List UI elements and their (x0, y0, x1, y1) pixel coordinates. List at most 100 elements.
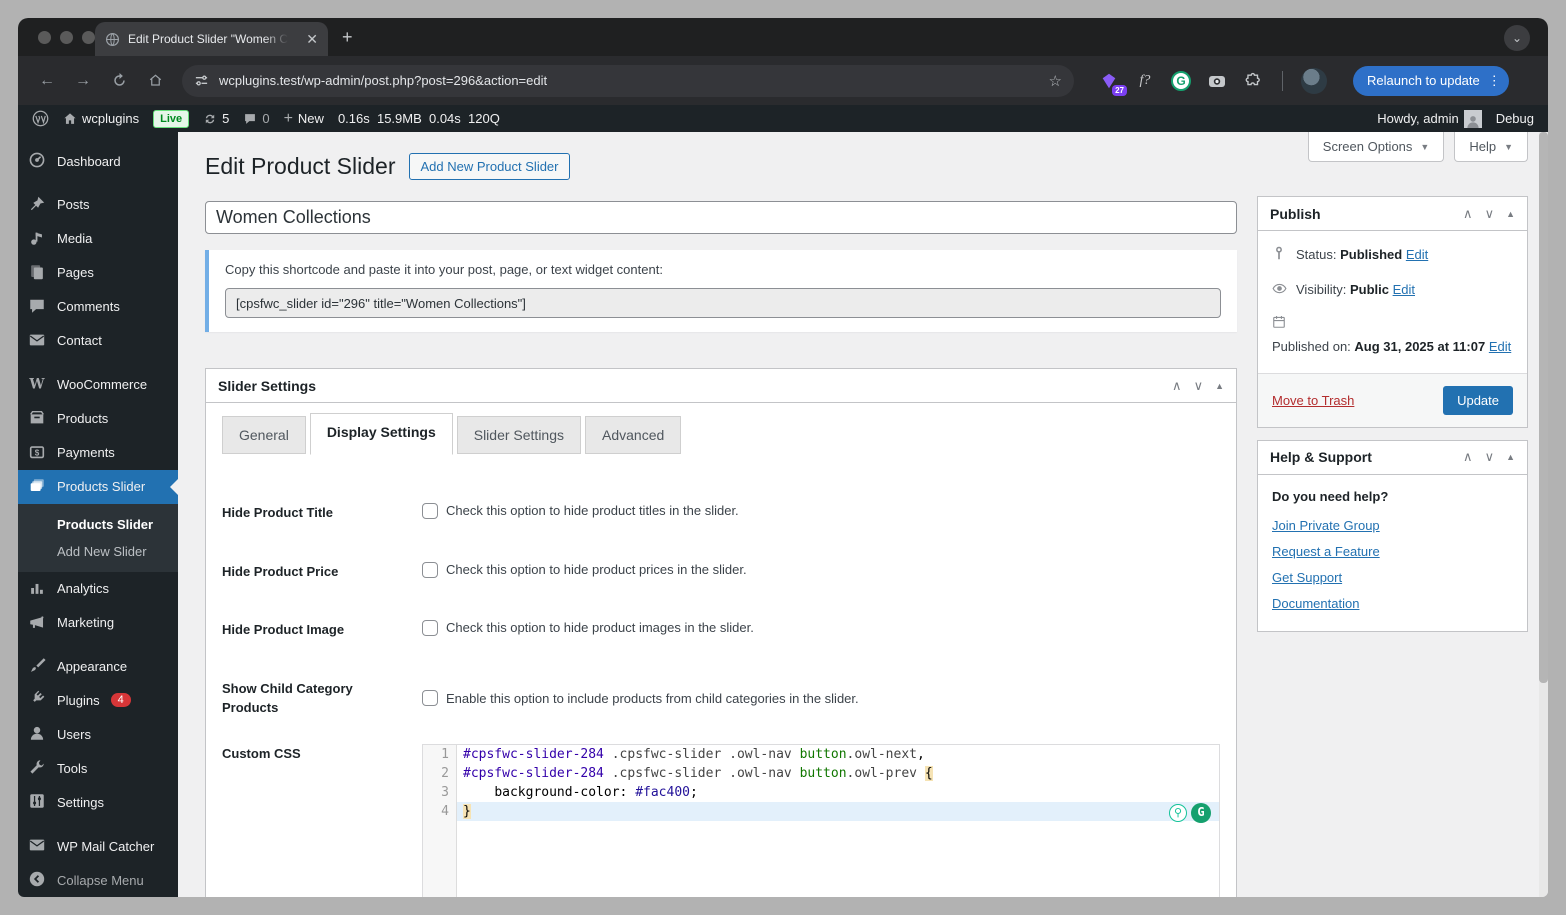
checkbox-show-child-category-products[interactable] (422, 690, 438, 706)
tab-close-icon[interactable]: ✕ (306, 31, 318, 48)
window-controls[interactable] (38, 31, 95, 44)
my-account-menu[interactable]: Howdy, admin (1377, 109, 1482, 128)
new-content-menu[interactable]: + New (284, 110, 324, 128)
sidebar-item-contact[interactable]: Contact (18, 324, 178, 358)
caret-down-icon: ▼ (1420, 141, 1430, 152)
move-up-icon[interactable]: ∧ (1463, 206, 1473, 222)
add-new-product-slider-button[interactable]: Add New Product Slider (409, 152, 570, 180)
sidebar-item-plugins[interactable]: Plugins 4 (18, 683, 178, 717)
status-value: Published (1340, 247, 1403, 262)
sidebar-item-tools[interactable]: Tools (18, 751, 178, 785)
move-up-icon[interactable]: ∧ (1463, 449, 1473, 465)
relaunch-to-update-button[interactable]: Relaunch to update ⋮ (1353, 65, 1509, 96)
custom-css-editor[interactable]: 1 #cpsfwc-slider-284 .cpsfwc-slider .owl-… (422, 743, 1220, 897)
zoom-window-button[interactable] (82, 31, 95, 44)
help-button[interactable]: Help ▼ (1454, 132, 1528, 162)
sidebar-item-dashboard[interactable]: Dashboard (18, 144, 178, 178)
code-empty-area[interactable] (423, 820, 1219, 897)
update-button[interactable]: Update (1443, 385, 1513, 415)
sidebar-item-analytics[interactable]: Analytics (18, 572, 178, 606)
tab-display-settings[interactable]: Display Settings (309, 413, 453, 455)
grammarly-extension-icon[interactable]: G (1170, 70, 1192, 92)
sidebar-item-marketing[interactable]: Marketing (18, 606, 178, 640)
sidebar-item-media[interactable]: Media (18, 222, 178, 256)
sidebar-item-pages[interactable]: Pages (18, 256, 178, 290)
sidebar-item-collapse-menu[interactable]: Collapse Menu (18, 863, 178, 897)
site-info-icon[interactable] (194, 73, 209, 88)
camera-extension-icon[interactable] (1206, 70, 1228, 92)
fonts-extension-icon[interactable]: f? (1134, 70, 1156, 92)
address-bar[interactable]: wcplugins.test/wp-admin/post.php?post=29… (182, 64, 1074, 97)
close-window-button[interactable] (38, 31, 51, 44)
plugins-update-badge: 4 (110, 693, 131, 708)
screen: { "browser": { "tab_title": "Edit Produc… (0, 0, 1566, 915)
sidebar-item-posts[interactable]: Posts (18, 188, 178, 222)
help-link-get-support[interactable]: Get Support (1272, 570, 1513, 585)
bookmark-star-icon[interactable]: ☆ (1049, 72, 1062, 90)
url-text[interactable]: wcplugins.test/wp-admin/post.php?post=29… (219, 73, 1039, 88)
toggle-panel-icon[interactable]: ▲ (1506, 452, 1515, 462)
eye-icon (1272, 280, 1288, 300)
edit-published-date-link[interactable]: Edit (1489, 339, 1511, 354)
wp-logo-icon[interactable] (32, 110, 49, 127)
new-tab-button[interactable]: + (342, 27, 353, 48)
help-link-join-private-group[interactable]: Join Private Group (1272, 518, 1513, 533)
menu-dots-icon[interactable]: ⋮ (1488, 73, 1501, 89)
move-up-icon[interactable]: ∧ (1172, 378, 1182, 394)
sidebar-item-wp-mail-catcher[interactable]: WP Mail Catcher (18, 829, 178, 863)
sidebar-subitem-add-new-slider[interactable]: Add New Slider (18, 538, 178, 565)
comments-menu[interactable]: 0 (243, 111, 270, 126)
move-down-icon[interactable]: ∨ (1485, 449, 1495, 465)
updates-menu[interactable]: 5 (203, 111, 229, 126)
home-button[interactable] (140, 66, 170, 96)
sidebar-subitem-products-slider[interactable]: Products Slider (18, 511, 178, 538)
visibility-value: Public (1349, 281, 1389, 297)
checkbox-hide-product-title[interactable] (422, 503, 438, 519)
sidebar-item-products[interactable]: Products (18, 402, 178, 436)
post-title-input[interactable] (205, 201, 1237, 234)
published-on-row: Published on: Aug 31, 2025 at 11:07 Edit (1272, 314, 1513, 357)
sidebar-item-settings[interactable]: Settings (18, 785, 178, 819)
move-to-trash-link[interactable]: Move to Trash (1272, 393, 1354, 408)
profile-avatar[interactable] (1301, 67, 1327, 94)
sidebar-item-appearance[interactable]: Appearance (18, 649, 178, 683)
extension-icon[interactable]: 27 (1098, 70, 1127, 96)
tab-slider-settings[interactable]: Slider Settings (456, 416, 582, 454)
debug-menu[interactable]: Debug (1496, 111, 1534, 126)
tab-overflow-button[interactable]: ⌄ (1504, 25, 1530, 51)
extensions-puzzle-icon[interactable] (1242, 70, 1264, 92)
sidebar-item-comments[interactable]: Comments (18, 290, 178, 324)
move-down-icon[interactable]: ∨ (1194, 378, 1204, 394)
site-menu[interactable]: wcplugins (63, 111, 139, 126)
back-button[interactable]: ← (32, 66, 62, 96)
screen-options-button[interactable]: Screen Options ▼ (1307, 132, 1445, 162)
help-link-request-a-feature[interactable]: Request a Feature (1272, 544, 1513, 559)
lightbulb-icon[interactable]: ⚲ (1169, 803, 1187, 822)
move-down-icon[interactable]: ∨ (1485, 206, 1495, 222)
live-badge[interactable]: Live (153, 109, 190, 128)
analytics-icon (28, 579, 48, 599)
help-link-documentation[interactable]: Documentation (1272, 596, 1513, 611)
tab-advanced[interactable]: Advanced (585, 416, 682, 454)
sidebar-item-woocommerce[interactable]: W WooCommerce (18, 368, 178, 402)
minimize-window-button[interactable] (60, 31, 73, 44)
tab-general[interactable]: General (222, 416, 306, 454)
forward-button[interactable]: → (68, 66, 98, 96)
checkbox-hide-product-image[interactable] (422, 620, 438, 636)
page-scrollbar[interactable] (1539, 132, 1548, 897)
reload-button[interactable] (104, 66, 134, 96)
side-column: Publish ∧ ∨ ▲ Status: Published Edit Vis… (1257, 146, 1528, 897)
shortcode-input[interactable] (225, 288, 1221, 318)
sidebar-item-payments[interactable]: $ Payments (18, 436, 178, 470)
checkbox-hide-product-price[interactable] (422, 561, 438, 578)
browser-tab[interactable]: Edit Product Slider "Women C ✕ (95, 22, 328, 56)
sidebar-item-users[interactable]: Users (18, 717, 178, 751)
toggle-panel-icon[interactable]: ▲ (1506, 209, 1515, 219)
scrollbar-thumb[interactable] (1539, 132, 1548, 683)
edit-visibility-link[interactable]: Edit (1393, 282, 1415, 297)
sidebar-item-products-slider[interactable]: Products Slider (18, 469, 178, 504)
grammarly-badge-icon[interactable]: G (1191, 802, 1211, 823)
tab-title: Edit Product Slider "Women C (128, 32, 288, 46)
edit-status-link[interactable]: Edit (1406, 247, 1428, 262)
toggle-panel-icon[interactable]: ▲ (1215, 381, 1224, 391)
